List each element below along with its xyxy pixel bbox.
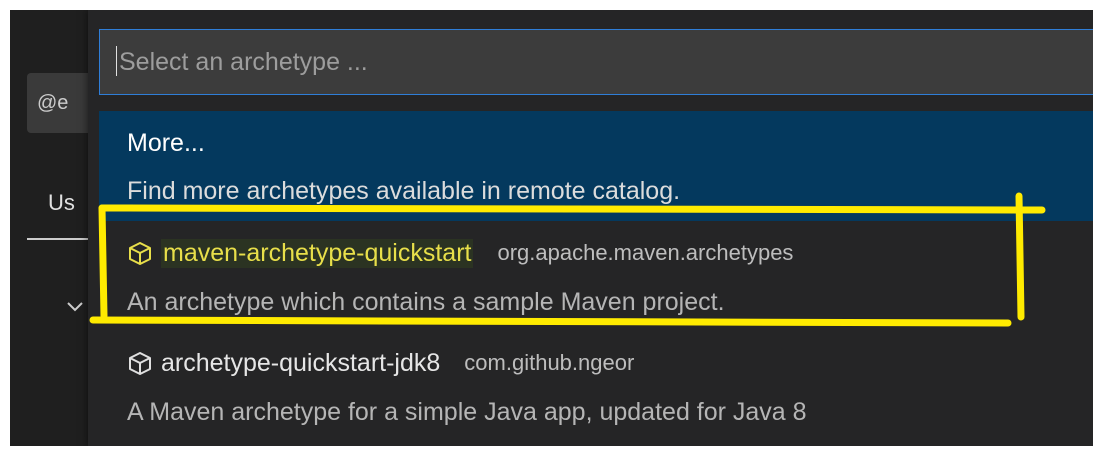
editor-window: @e Us Select an archetype ... More... Fi… [10, 10, 1093, 446]
more-description: Find more archetypes available in remote… [127, 177, 681, 205]
search-chip[interactable]: @e [27, 73, 97, 133]
archetype-group: com.github.ngeor [464, 350, 635, 375]
package-cube-icon [129, 352, 151, 375]
archetype-name: archetype-quickstart-jdk8 [161, 348, 441, 377]
list-item-more[interactable]: More... Find more archetypes available i… [99, 111, 1093, 221]
tab-label[interactable]: Us [48, 190, 75, 216]
search-chip-text: @e [37, 92, 69, 114]
archetype-name: maven-archetype-quickstart [161, 238, 474, 268]
archetype-search-input[interactable]: Select an archetype ... [99, 29, 1093, 95]
left-panel: @e Us [10, 10, 100, 446]
archetype-description: An archetype which contains a sample Mav… [127, 288, 725, 316]
list-item-maven-archetype-quickstart[interactable]: maven-archetype-quickstart org.apache.ma… [99, 221, 1093, 331]
input-placeholder: Select an archetype ... [119, 48, 368, 76]
package-cube-icon [129, 242, 151, 265]
archetype-quick-pick: Select an archetype ... More... Find mor… [88, 10, 1093, 446]
list-item-archetype-quickstart-jdk8[interactable]: archetype-quickstart-jdk8 com.github.nge… [99, 331, 1093, 441]
text-caret [116, 46, 117, 77]
chevron-down-icon[interactable] [60, 292, 90, 322]
more-title: More... [127, 129, 205, 157]
archetype-description: A Maven archetype for a simple Java app,… [127, 398, 807, 426]
archetype-group: org.apache.maven.archetypes [497, 240, 794, 265]
